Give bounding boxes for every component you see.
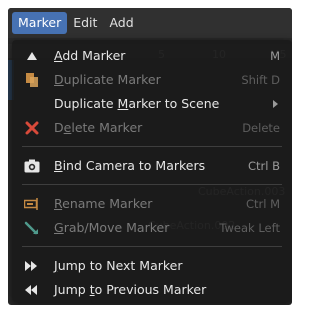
marker-editor-window: 5 10 M5 CubeAction.003 CubeAction.002 Ma… [8, 8, 292, 305]
duplicate-icon [24, 72, 40, 88]
bind-camera-shortcut: Ctrl B [247, 159, 280, 173]
jump-previous-marker-label: Jump to Previous Marker [54, 282, 207, 297]
menu-item-delete-marker[interactable]: Delete Marker Delete [12, 116, 292, 140]
menu-item-grab-move-marker[interactable]: Grab/Move Marker Tweak Left [12, 216, 292, 240]
delete-x-icon [24, 120, 40, 136]
delete-marker-shortcut: Delete [242, 121, 280, 135]
duplicate-marker-label: Duplicate Marker [54, 72, 161, 87]
menu-separator [22, 184, 282, 185]
grab-move-icon [24, 220, 40, 236]
add-marker-label: Add Marker [54, 48, 126, 63]
rename-marker-shortcut: Ctrl M [245, 197, 280, 211]
duplicate-marker-shortcut: Shift D [241, 73, 280, 87]
rename-icon [24, 196, 40, 212]
menu-separator [22, 246, 282, 247]
bind-camera-label: Bind Camera to Markers [54, 158, 206, 173]
jump-previous-icon [24, 282, 40, 298]
menu-item-duplicate-marker-to-scene[interactable]: Duplicate Marker to Scene [12, 92, 292, 116]
menu-marker[interactable]: Marker [12, 12, 68, 34]
menu-item-jump-previous-marker[interactable]: Jump to Previous Marker [12, 278, 292, 302]
grab-move-marker-label: Grab/Move Marker [54, 220, 170, 235]
menu-add[interactable]: Add [103, 12, 139, 34]
marker-triangle-icon [24, 48, 40, 64]
menu-item-add-marker[interactable]: Add Marker M [12, 44, 292, 68]
submenu-arrow-icon [273, 100, 278, 108]
header-menubar: Marker Edit Add [8, 8, 292, 38]
menu-item-duplicate-marker[interactable]: Duplicate Marker Shift D [12, 68, 292, 92]
delete-marker-label: Delete Marker [54, 120, 143, 135]
rename-marker-label: Rename Marker [54, 196, 153, 211]
grab-move-marker-shortcut: Tweak Left [219, 221, 280, 235]
menu-item-rename-marker[interactable]: Rename Marker Ctrl M [12, 192, 292, 216]
menu-item-jump-next-marker[interactable]: Jump to Next Marker [12, 254, 292, 278]
add-marker-shortcut: M [270, 49, 280, 63]
menu-item-bind-camera[interactable]: Bind Camera to Markers Ctrl B [12, 154, 292, 178]
jump-next-marker-label: Jump to Next Marker [54, 258, 183, 273]
marker-dropdown-menu: Add Marker M Duplicate Marker Shift D Du… [12, 40, 292, 302]
menu-edit[interactable]: Edit [67, 12, 103, 34]
duplicate-marker-to-scene-label: Duplicate Marker to Scene [54, 96, 220, 111]
jump-next-icon [24, 258, 40, 274]
menu-separator [22, 146, 282, 147]
camera-icon [24, 158, 40, 174]
